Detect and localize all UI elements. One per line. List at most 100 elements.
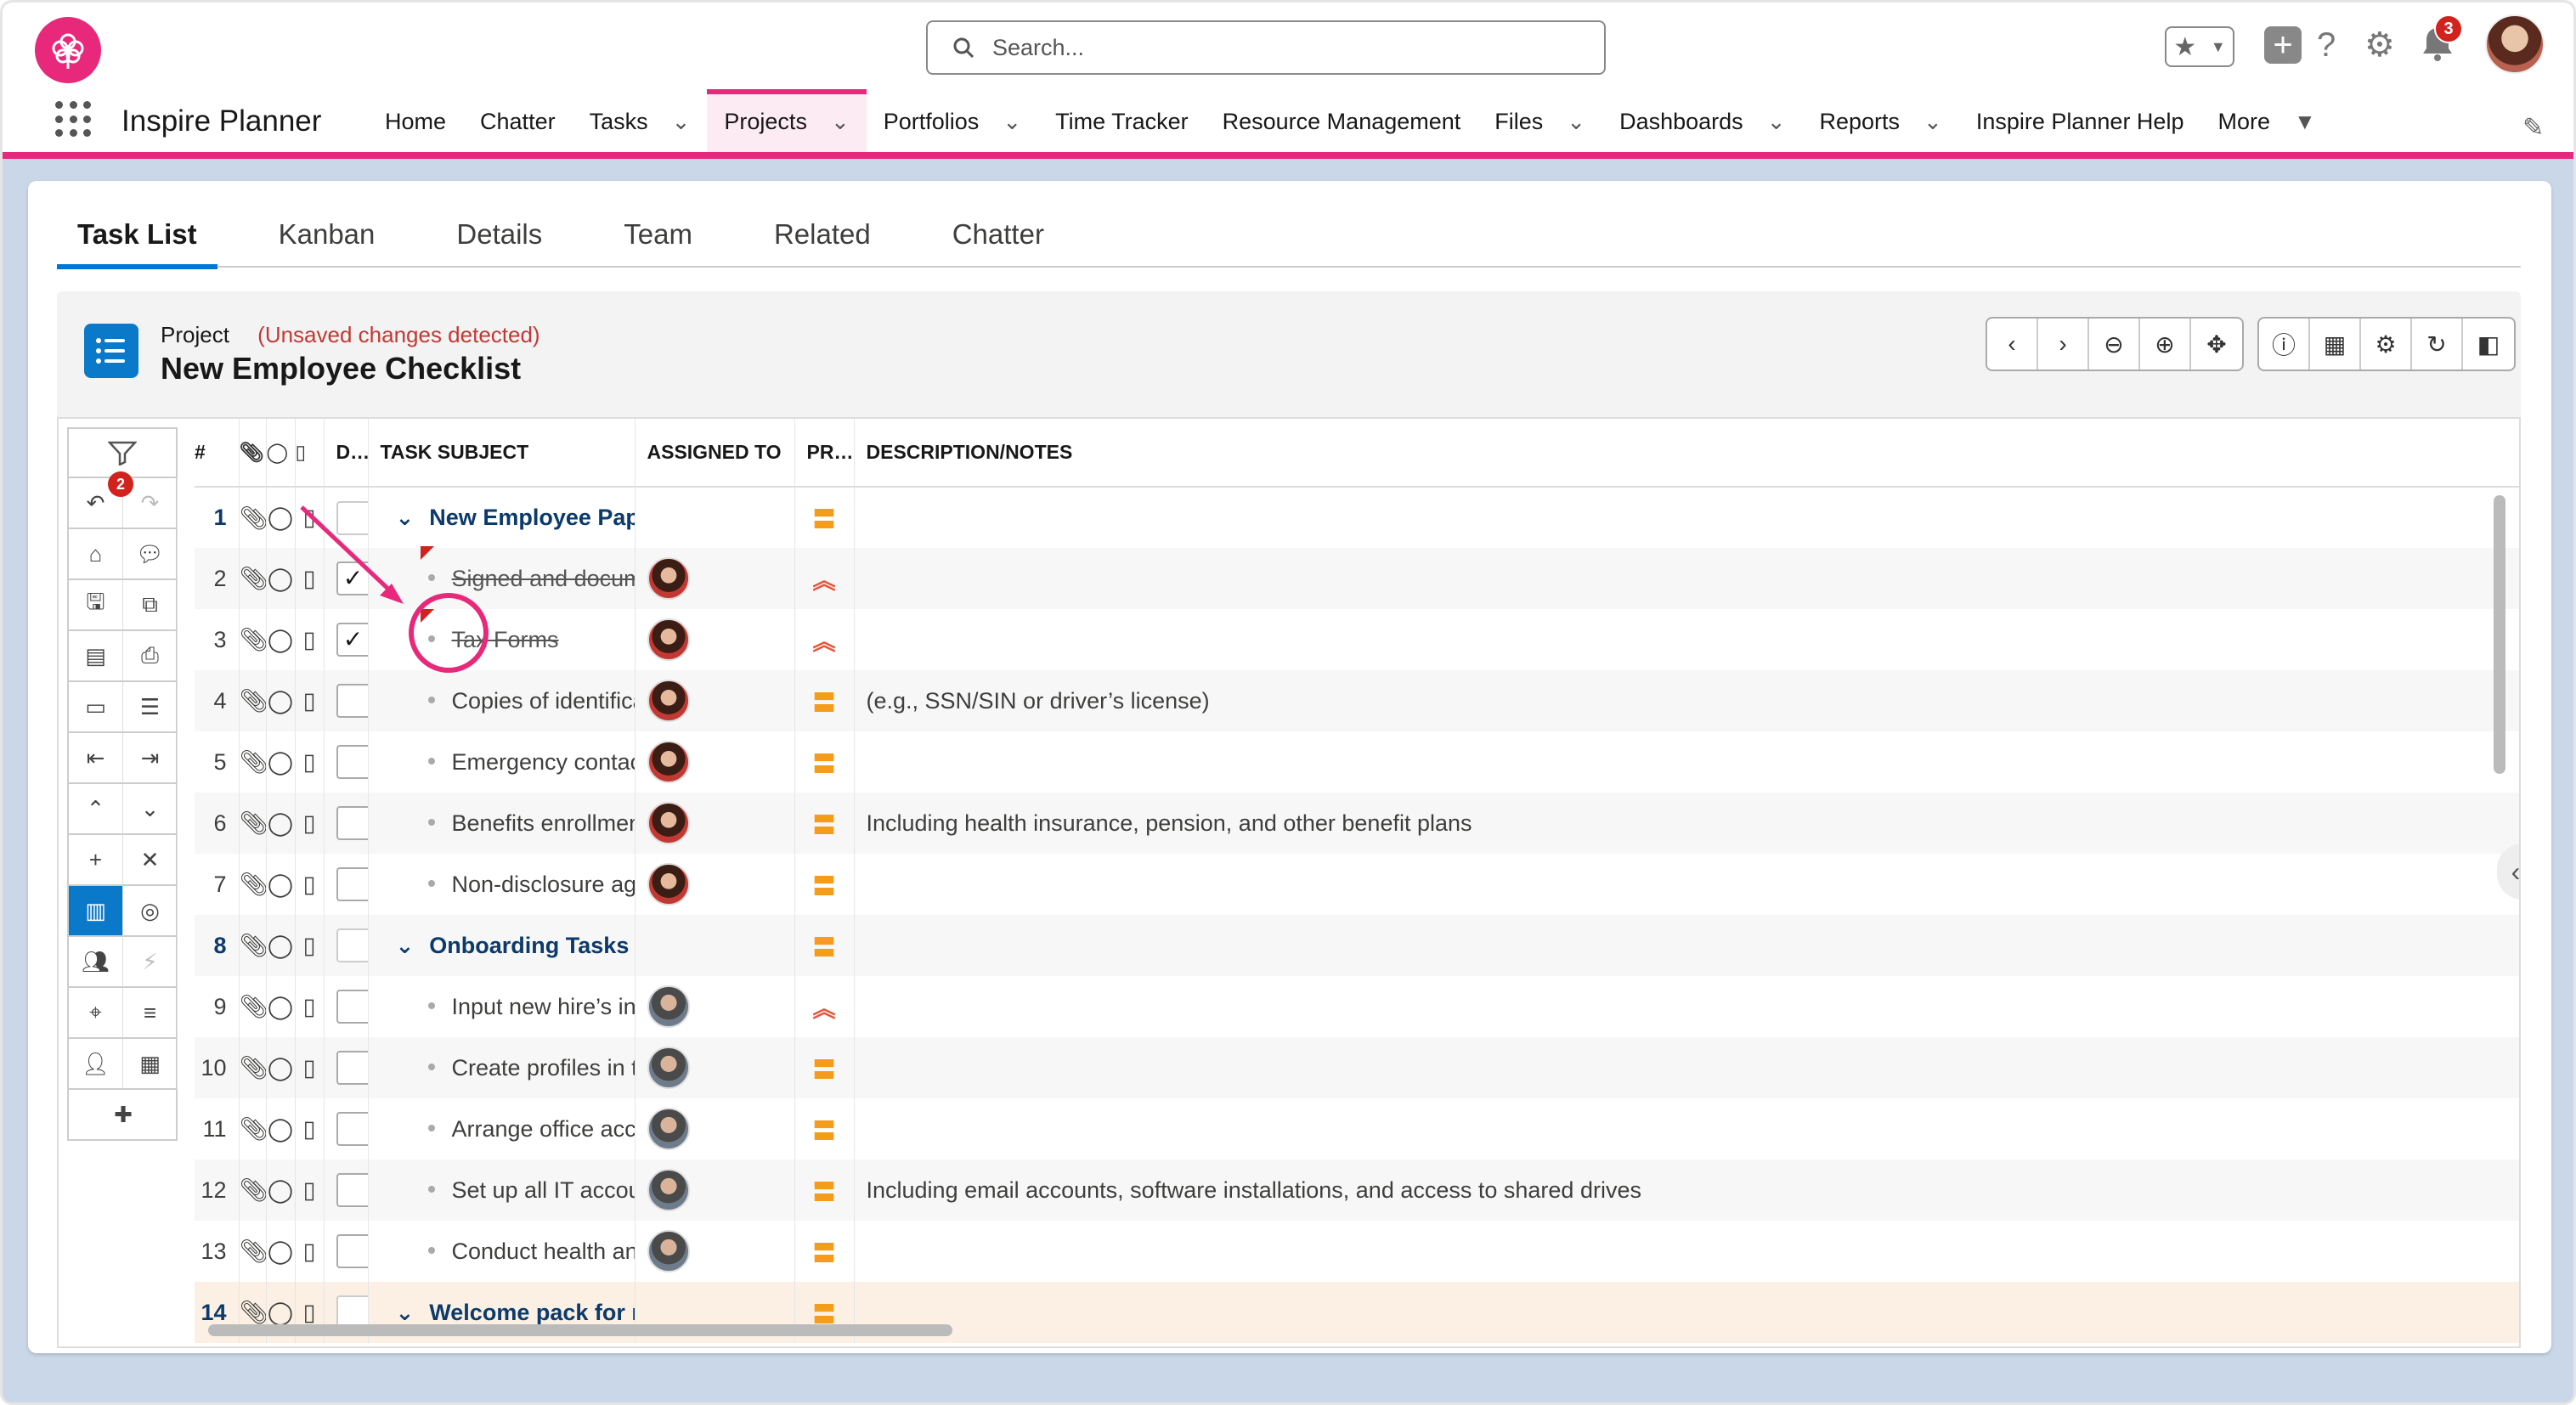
priority-high-icon[interactable]: ︽ <box>794 976 855 1037</box>
assignee-avatar[interactable] <box>647 802 690 844</box>
resource-icon[interactable]: 👤︎ <box>69 1039 123 1090</box>
toggle-panel-icon[interactable]: ◧ <box>2463 319 2514 370</box>
priority-high-icon[interactable]: ︽ <box>794 548 855 609</box>
comment-icon[interactable]: ◯ <box>266 793 296 854</box>
priority-medium-icon[interactable]: 〓 <box>794 487 855 548</box>
table-row[interactable]: 3 📎︎ ◯ ▯ ✓ Tax Forms ︽ <box>195 609 2519 670</box>
indent-icon[interactable]: ⇥ <box>123 733 178 784</box>
assigned-to-cell[interactable] <box>635 1037 795 1098</box>
description-notes-cell[interactable] <box>854 854 2519 915</box>
comment-icon[interactable]: ◯ <box>266 731 296 793</box>
priority-medium-icon[interactable]: 〓 <box>794 670 855 731</box>
priority-medium-icon[interactable]: 〓 <box>794 731 855 793</box>
puzzle-icon[interactable]: ✚ <box>69 1090 178 1141</box>
assignee-avatar[interactable] <box>647 1108 690 1150</box>
paperclip-icon[interactable]: 📎︎ <box>239 854 267 915</box>
nav-item-home[interactable]: Home <box>368 89 463 154</box>
open-folder-icon[interactable]: ▭ <box>69 682 123 733</box>
done-checkbox[interactable] <box>336 990 367 1024</box>
table-row[interactable]: 2📎︎◯▯ ✓ Signed and documented offer letter… <box>195 548 2519 609</box>
done-checkbox[interactable] <box>336 1051 367 1085</box>
tab-related[interactable]: Related <box>754 213 891 268</box>
description-notes-cell[interactable] <box>854 1221 2519 1282</box>
col-done[interactable]: DONE <box>324 419 369 488</box>
description-notes-cell[interactable] <box>854 1037 2519 1098</box>
tab-task-list[interactable]: Task List <box>57 213 217 269</box>
paperclip-icon[interactable]: 📎︎ <box>239 1160 267 1221</box>
chevron-down-icon[interactable]: ⌄ <box>396 505 415 531</box>
clipboard-icon[interactable]: ▯ <box>295 731 325 793</box>
paperclip-icon[interactable]: 📎︎ <box>239 731 267 793</box>
clipboard-icon[interactable]: ▯ <box>295 487 325 548</box>
comment-icon[interactable]: ◯ <box>266 609 296 670</box>
description-notes-cell[interactable] <box>854 976 2519 1037</box>
table-row[interactable]: 11📎︎◯▯ Arrange office access cards or pas… <box>195 1098 2519 1160</box>
clipboard-icon[interactable]: ▯ <box>295 915 325 976</box>
done-checkbox[interactable] <box>336 1234 367 1268</box>
paperclip-icon[interactable]: 📎︎ <box>239 487 267 548</box>
home-icon[interactable]: ⌂ <box>69 529 123 580</box>
assigned-to-cell[interactable] <box>635 1221 795 1282</box>
assigned-to-cell[interactable] <box>635 487 795 548</box>
nav-item-portfolios[interactable]: Portfolios ⌄ <box>867 89 1038 154</box>
fit-move-icon[interactable]: ✥ <box>2191 319 2242 370</box>
clipboard-icon[interactable]: ▯ <box>295 548 325 609</box>
lightning-icon[interactable]: ⚡︎ <box>123 937 178 988</box>
assignee-avatar[interactable] <box>647 557 690 600</box>
comment-icon[interactable]: ◯ <box>266 1160 296 1221</box>
done-checkbox[interactable] <box>336 928 367 962</box>
paperclip-icon[interactable]: 📎︎ <box>239 976 267 1037</box>
assigned-to-cell[interactable] <box>635 670 795 731</box>
priority-high-icon[interactable]: ︽ <box>794 609 855 670</box>
done-checkbox[interactable]: ✓ <box>336 561 367 595</box>
filter-icon[interactable]: 2 <box>67 427 178 497</box>
nav-item-more[interactable]: More ▼ <box>2200 89 2332 154</box>
clipboard-icon[interactable]: ▯ <box>295 1221 325 1282</box>
priority-medium-icon[interactable]: 〓 <box>794 1160 855 1221</box>
table-row[interactable]: 7📎︎◯▯ Non-disclosure agreement (NDA) or c… <box>195 854 2519 915</box>
description-notes-cell[interactable] <box>854 1098 2519 1160</box>
setup-gear-icon[interactable]: ⚙ <box>2364 28 2395 62</box>
priority-medium-icon[interactable]: 〓 <box>794 854 855 915</box>
task-subject-cell[interactable]: Set up all IT accounts <box>368 1160 636 1221</box>
calendar-icon[interactable]: ▦ <box>2310 319 2361 370</box>
comment-icon[interactable]: ◯ <box>266 670 296 731</box>
tab-chatter[interactable]: Chatter <box>932 213 1065 268</box>
task-subject-cell[interactable]: Arrange office access cards or passwor <box>368 1098 636 1160</box>
schedule-icon[interactable]: ▦ <box>123 1039 178 1090</box>
chevron-down-icon[interactable]: ⌄ <box>1003 109 1021 135</box>
assignee-avatar[interactable] <box>647 741 690 783</box>
assigned-to-cell[interactable] <box>635 609 795 670</box>
compass-icon[interactable]: ◎ <box>123 886 178 937</box>
nav-item-tasks[interactable]: Tasks ⌄ <box>573 89 708 154</box>
col-comment-icon[interactable]: ◯ <box>266 419 296 488</box>
save-icon[interactable]: 🖫 <box>69 580 123 631</box>
table-row[interactable]: 12📎︎◯▯ Set up all IT accounts 〓Including e… <box>195 1160 2519 1221</box>
nav-item-inspire-planner-help[interactable]: Inspire Planner Help <box>1959 89 2201 154</box>
done-checkbox[interactable] <box>336 867 367 901</box>
comment-icon[interactable]: ◯ <box>266 487 296 548</box>
description-notes-cell[interactable]: (e.g., SSN/SIN or driver’s license) <box>854 670 2519 731</box>
task-subject-cell[interactable]: Tax Forms <box>368 609 636 670</box>
assigned-to-cell[interactable] <box>635 793 795 854</box>
description-notes-cell[interactable] <box>854 915 2519 976</box>
chevron-down-icon[interactable]: ⌄ <box>831 109 850 135</box>
chevron-down-icon[interactable]: ⌄ <box>1567 109 1585 135</box>
paperclip-icon[interactable]: 📎︎ <box>239 1037 267 1098</box>
collapse-all-icon[interactable]: ⌄ <box>123 784 178 835</box>
priority-medium-icon[interactable]: 〓 <box>794 1221 855 1282</box>
horizontal-scrollbar[interactable] <box>208 1324 952 1336</box>
col-priority[interactable]: PRIORI... <box>794 419 855 488</box>
assignee-avatar[interactable] <box>647 985 690 1028</box>
col-description-notes[interactable]: DESCRIPTION/NOTES <box>854 419 2519 488</box>
table-row[interactable]: 1📎︎◯▯ ⌄ New Employee Paperwork 〓 <box>195 487 2519 548</box>
table-row[interactable]: 6📎︎◯▯ Benefits enrollment forms 〓Including… <box>195 793 2519 854</box>
col-task-subject[interactable]: TASK SUBJECT <box>368 419 636 488</box>
assigned-to-cell[interactable] <box>635 854 795 915</box>
paperclip-icon[interactable]: 📎︎ <box>239 548 267 609</box>
nav-item-files[interactable]: Files ⌄ <box>1477 89 1602 154</box>
checklist-icon[interactable]: ☰ <box>123 682 178 733</box>
tab-kanban[interactable]: Kanban <box>258 213 396 268</box>
add-task-icon[interactable]: + <box>69 835 123 886</box>
priority-medium-icon[interactable]: 〓 <box>794 793 855 854</box>
